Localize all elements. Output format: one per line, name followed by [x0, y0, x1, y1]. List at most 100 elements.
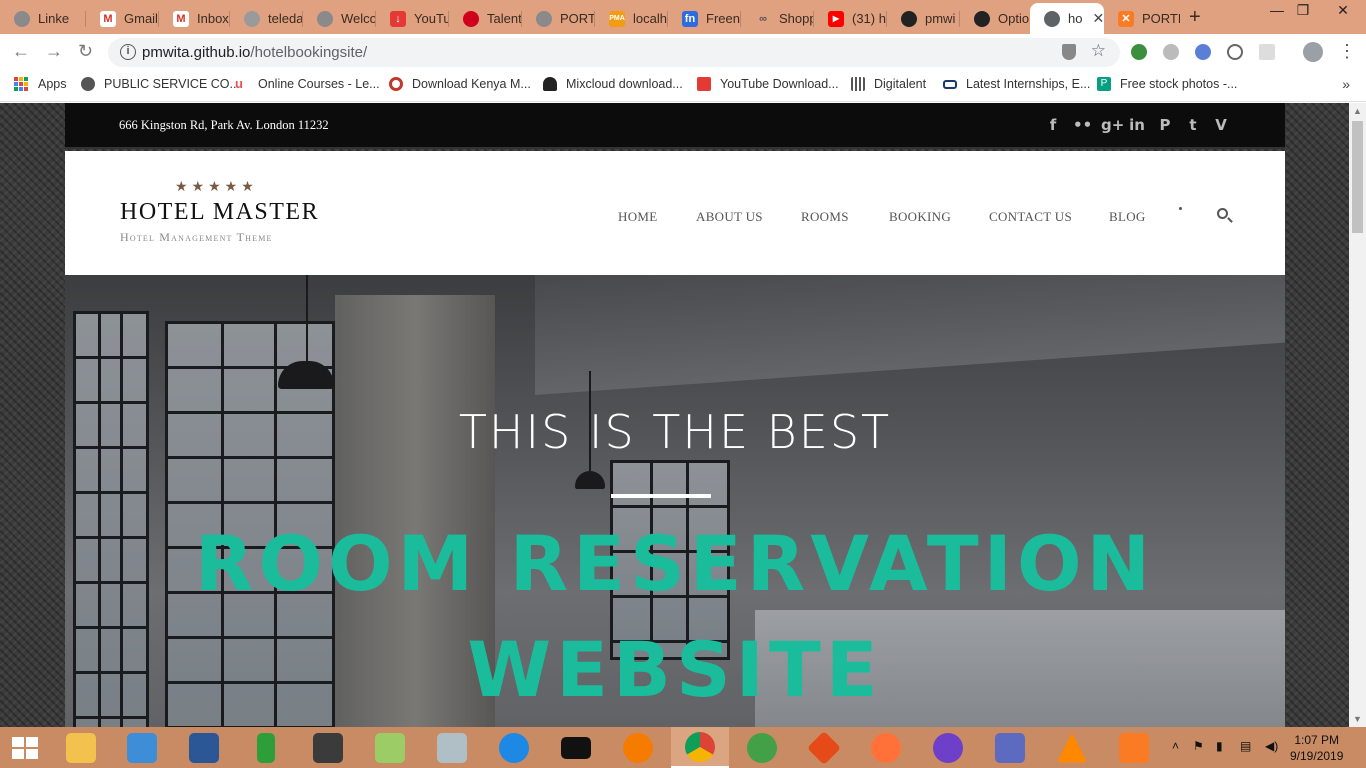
chrome-icon[interactable] — [671, 727, 729, 768]
xampp-icon[interactable] — [1105, 727, 1163, 768]
sync-icon[interactable] — [485, 727, 543, 768]
linkedin-icon[interactable]: in — [1129, 116, 1145, 134]
tab-talent[interactable]: Talent — [449, 3, 522, 34]
scrollbar-thumb[interactable] — [1352, 121, 1363, 233]
shield-icon[interactable] — [1062, 44, 1076, 60]
site-topbar: 666 Kingston Rd, Park Av. London 11232 f… — [65, 103, 1285, 149]
bookmark-download-kenya[interactable]: Download Kenya M... — [389, 77, 531, 91]
url-text[interactable]: pmwita.github.io/hotelbookingsite/ — [142, 44, 367, 61]
idm-icon[interactable] — [733, 727, 791, 768]
facebook-icon[interactable]: f — [1045, 116, 1061, 134]
scroll-down-icon[interactable]: ▼ — [1353, 714, 1362, 724]
tab-freenom[interactable]: fnFreenc — [668, 3, 741, 34]
more-bookmarks-icon[interactable]: » — [1342, 76, 1350, 92]
menu-kebab-icon[interactable]: ⋮ — [1338, 41, 1356, 62]
pinterest-icon[interactable]: P — [1157, 116, 1173, 134]
tab-github-pmwita[interactable]: pmwi — [887, 3, 960, 34]
nav-contact-us[interactable]: CONTACT US — [989, 209, 1072, 225]
windows-taskbar: ˄ ⚑ ▮ ▤ ◀) 1:07 PM 9/19/2019 — [0, 727, 1366, 768]
nav-about-us[interactable]: ABOUT US — [696, 209, 763, 225]
page-viewport: 666 Kingston Rd, Park Av. London 11232 f… — [0, 103, 1366, 727]
firefox-icon[interactable] — [857, 727, 915, 768]
battery-icon[interactable]: ▮ — [1216, 739, 1223, 753]
flickr-icon[interactable]: •• — [1073, 116, 1092, 134]
file-explorer-icon[interactable] — [52, 727, 110, 768]
git-icon[interactable] — [795, 727, 853, 768]
flag-icon[interactable]: ⚑ — [1193, 739, 1204, 753]
back-arrow-icon[interactable]: ← — [12, 41, 30, 62]
logo-tagline: Hotel Management Theme — [120, 230, 273, 244]
scroll-up-icon[interactable]: ▲ — [1353, 106, 1362, 116]
virtualbox-icon[interactable] — [981, 727, 1039, 768]
tab-youtube[interactable]: ▶ (31) h — [814, 3, 887, 34]
address-bar[interactable]: i pmwita.github.io/hotelbookingsite/ ☆ — [108, 38, 1120, 67]
tab-youtube-downloader[interactable]: ↓ YouTu — [376, 3, 449, 34]
tab-portfolio-xampp[interactable]: ✕PORTF — [1104, 3, 1180, 34]
control-panel-icon[interactable] — [113, 727, 171, 768]
tab-shopping[interactable]: ∞ Shopp — [741, 3, 814, 34]
twitter-icon[interactable]: t — [1185, 116, 1201, 134]
bookmark-free-stock-photos[interactable]: P Free stock photos -... — [1097, 77, 1237, 91]
bookmark-internships[interactable]: Latest Internships, E... — [943, 77, 1090, 91]
nav-blog[interactable]: BLOG — [1109, 209, 1146, 225]
page-scrollbar[interactable]: ▲ ▼ — [1349, 103, 1366, 727]
sublime-icon[interactable] — [299, 727, 357, 768]
github-desktop-icon[interactable] — [919, 727, 977, 768]
vlc-icon[interactable] — [1043, 727, 1101, 768]
search-icon[interactable] — [1217, 208, 1228, 219]
tab-localhost[interactable]: PMA localh — [595, 3, 668, 34]
cmd-icon[interactable] — [547, 727, 605, 768]
extension-blue-icon[interactable] — [1195, 44, 1211, 60]
huawei-icon — [463, 10, 479, 27]
tab-portfolio[interactable]: PORTF — [522, 3, 595, 34]
task-manager-icon[interactable] — [423, 727, 481, 768]
bookmark-online-courses[interactable]: u Online Courses - Le... — [235, 77, 380, 92]
extension-wave-icon[interactable] — [1163, 44, 1179, 60]
tab-gmail[interactable]: M Gmail — [86, 3, 159, 34]
bookmark-star-icon[interactable]: ☆ — [1091, 41, 1106, 61]
close-tab-icon[interactable]: ✕ — [1092, 10, 1104, 27]
card-icon — [943, 79, 957, 89]
tray-overflow-icon[interactable]: ˄ — [1172, 739, 1179, 753]
nav-booking[interactable]: BOOKING — [889, 209, 951, 225]
tab-welcome[interactable]: Welco — [303, 3, 376, 34]
globe-icon — [81, 77, 95, 91]
bookmark-digitalent[interactable]: Digitalent — [851, 77, 926, 91]
tab-teleda[interactable]: teleda — [230, 3, 303, 34]
reload-icon[interactable]: ↻ — [78, 41, 93, 62]
system-clock[interactable]: 1:07 PM 9/19/2019 — [1290, 732, 1343, 764]
close-window-button[interactable]: ✕ — [1320, 2, 1366, 19]
nav-home[interactable]: HOME — [618, 209, 657, 225]
globe-icon — [1044, 10, 1060, 27]
volume-icon[interactable]: ◀) — [1265, 739, 1278, 753]
social-links: f •• g+ in P t V — [1045, 116, 1229, 134]
bookmark-mixcloud[interactable]: Mixcloud download... — [543, 77, 683, 91]
forward-arrow-icon[interactable]: → — [45, 41, 63, 62]
profile-avatar-icon[interactable] — [1303, 42, 1323, 62]
bookmark-apps[interactable]: Apps — [14, 77, 67, 91]
info-icon[interactable]: i — [120, 44, 136, 60]
tab-hotel-active[interactable]: ho ✕ — [1030, 3, 1104, 34]
bookmark-public-service[interactable]: PUBLIC SERVICE CO... — [81, 77, 240, 91]
tab-linkedin[interactable]: Linke — [0, 3, 86, 34]
pexels-icon: P — [1097, 77, 1111, 91]
hero-divider — [611, 494, 711, 498]
tab-inbox[interactable]: M Inbox — [159, 3, 230, 34]
extension-box-icon[interactable] — [1259, 44, 1275, 60]
word-icon[interactable] — [175, 727, 233, 768]
google-plus-icon[interactable]: g+ — [1101, 116, 1124, 134]
uc-browser-icon[interactable] — [609, 727, 667, 768]
new-tab-button[interactable]: + — [1189, 6, 1201, 29]
nav-rooms[interactable]: ROOMS — [801, 209, 849, 225]
bookmark-youtube-download[interactable]: YouTube Download... — [697, 77, 839, 91]
vimeo-icon[interactable]: V — [1213, 116, 1229, 134]
notepad-icon[interactable] — [361, 727, 419, 768]
network-icon[interactable]: ▤ — [1240, 739, 1251, 753]
windows-start-icon[interactable] — [12, 737, 38, 759]
logo-title[interactable]: HOTEL MASTER — [120, 199, 319, 226]
extension-globe-icon[interactable] — [1131, 44, 1147, 60]
tab-github-options[interactable]: Option — [960, 3, 1030, 34]
cloud-icon — [543, 77, 557, 91]
pipe-icon[interactable] — [237, 727, 295, 768]
extension-code-icon[interactable] — [1227, 44, 1243, 60]
